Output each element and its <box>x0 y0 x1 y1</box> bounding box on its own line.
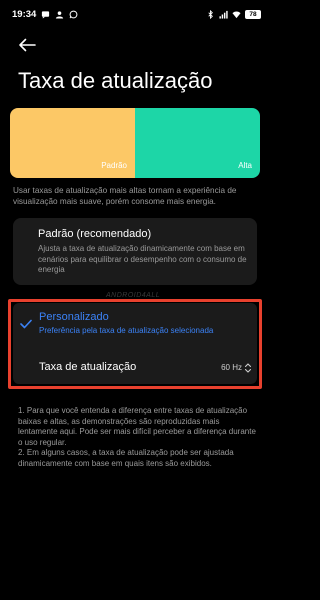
message-icon <box>42 10 50 19</box>
wifi-icon <box>232 10 241 18</box>
preview-high-panel: Alta <box>135 108 260 178</box>
bluetooth-icon <box>208 9 213 19</box>
option-standard-title: Padrão (recomendado) <box>38 228 152 240</box>
status-bar-right: 78 <box>206 9 261 19</box>
page-title: Taxa de atualização <box>18 68 213 93</box>
note-item: 1. Para que você entenda a diferença ent… <box>18 406 256 447</box>
battery-icon: 78 <box>245 9 261 19</box>
status-bar: 19:34 78 <box>0 0 270 28</box>
preview-standard-label: Padrão <box>101 161 127 170</box>
status-bar-left: 19:34 <box>12 9 78 20</box>
whatsapp-icon <box>69 10 78 18</box>
status-time: 19:34 <box>12 8 37 20</box>
refresh-rate-description: Usar taxas de atualização mais altas tor… <box>13 186 237 206</box>
contact-icon <box>56 10 64 19</box>
preview-standard-panel: Padrão <box>10 108 135 178</box>
option-custom-description: Preferência pela taxa de atualização sel… <box>39 326 214 335</box>
option-custom-title[interactable]: Personalizado <box>39 311 109 323</box>
back-button[interactable] <box>16 34 38 56</box>
notes: 1. Para que você entenda a diferença ent… <box>18 406 258 469</box>
checkmark-icon <box>20 319 32 329</box>
back-arrow-icon <box>19 38 36 52</box>
option-standard[interactable]: Padrão (recomendado) Ajusta a taxa de at… <box>13 218 257 285</box>
refresh-rate-value[interactable]: 60 Hz <box>221 363 242 372</box>
chevron-updown-icon[interactable] <box>244 362 252 374</box>
preview-high-label: Alta <box>238 161 252 170</box>
refresh-rate-preview: Padrão Alta <box>10 108 260 178</box>
option-standard-description: Ajusta a taxa de atualização dinamicamen… <box>38 244 247 274</box>
refresh-rate-label: Taxa de atualização <box>39 361 137 373</box>
watermark: ANDROID4ALL <box>106 292 161 299</box>
signal-icon <box>219 10 228 19</box>
note-item: 2. Em alguns casos, a taxa de atualizaçã… <box>18 448 234 468</box>
